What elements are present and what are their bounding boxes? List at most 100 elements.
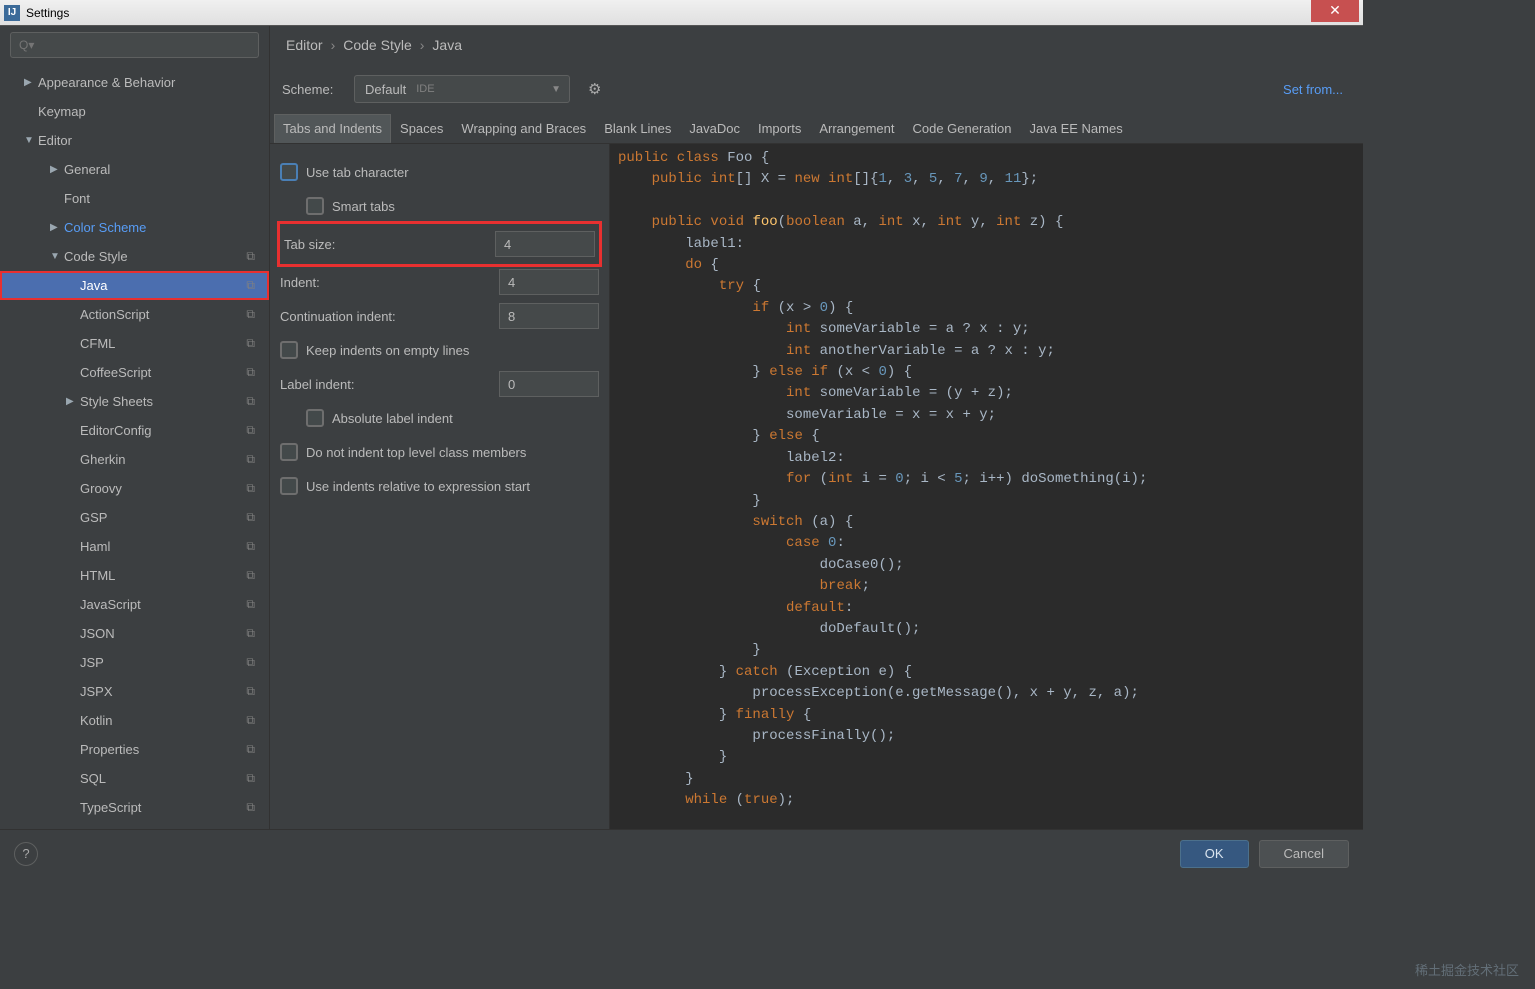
copy-icon: ⧉ xyxy=(246,452,255,467)
tree-item-json[interactable]: JSON ⧉ xyxy=(0,619,269,648)
tree-item-label: Style Sheets xyxy=(80,394,153,409)
tab-size-input[interactable] xyxy=(495,231,595,257)
smart-tabs-checkbox[interactable] xyxy=(306,197,324,215)
tree-item-label: JSON xyxy=(80,626,115,641)
tree-item-color-scheme[interactable]: ▶Color Scheme xyxy=(0,213,269,242)
rel-expr-label: Use indents relative to expression start xyxy=(306,479,599,494)
tree-item-label: JSPX xyxy=(80,684,113,699)
tab-code-generation[interactable]: Code Generation xyxy=(903,114,1020,143)
tab-size-label: Tab size: xyxy=(284,237,495,252)
copy-icon: ⧉ xyxy=(246,510,255,525)
settings-tree[interactable]: ▶Appearance & BehaviorKeymap▼Editor▶Gene… xyxy=(0,64,269,829)
tree-item-label: Java xyxy=(80,278,107,293)
copy-icon: ⧉ xyxy=(246,597,255,612)
label-indent-input[interactable] xyxy=(499,371,599,397)
tree-item-gsp[interactable]: GSP⧉ xyxy=(0,503,269,532)
copy-icon: ⧉ xyxy=(246,336,255,351)
copy-icon: ⧉ xyxy=(246,684,255,699)
smart-tabs-label: Smart tabs xyxy=(332,199,599,214)
keep-empty-checkbox[interactable] xyxy=(280,341,298,359)
tree-item-label: CFML xyxy=(80,336,115,351)
tab-tabs-and-indents[interactable]: Tabs and Indents xyxy=(274,114,391,143)
tree-item-keymap[interactable]: Keymap xyxy=(0,97,269,126)
tree-arrow-icon: ▼ xyxy=(50,251,64,262)
tree-item-font[interactable]: Font xyxy=(0,184,269,213)
crumb-editor: Editor xyxy=(286,37,323,53)
tab-spaces[interactable]: Spaces xyxy=(391,114,452,143)
tree-item-label: Color Scheme xyxy=(64,220,146,235)
tree-item-label: TypeScript xyxy=(80,800,141,815)
tree-item-groovy[interactable]: Groovy⧉ xyxy=(0,474,269,503)
tree-item-typescript[interactable]: TypeScript⧉ xyxy=(0,793,269,822)
tabs: Tabs and IndentsSpacesWrapping and Brace… xyxy=(270,114,1363,144)
no-top-label: Do not indent top level class members xyxy=(306,445,599,460)
tab-blank-lines[interactable]: Blank Lines xyxy=(595,114,680,143)
use-tab-checkbox[interactable] xyxy=(280,163,298,181)
tree-item-label: JavaScript xyxy=(80,597,141,612)
tree-item-label: Keymap xyxy=(38,104,86,119)
use-tab-label: Use tab character xyxy=(306,165,599,180)
copy-icon: ⧉ xyxy=(246,394,255,409)
tree-item-label: Haml xyxy=(80,539,110,554)
copy-icon: ⧉ xyxy=(246,568,255,583)
ok-button[interactable]: OK xyxy=(1180,840,1249,868)
tree-item-cfml[interactable]: CFML ⧉ xyxy=(0,329,269,358)
copy-icon: ⧉ xyxy=(246,771,255,786)
help-button[interactable]: ? xyxy=(14,842,38,866)
tab-java-ee-names[interactable]: Java EE Names xyxy=(1021,114,1132,143)
watermark: 稀土掘金技术社区 xyxy=(1415,960,1519,979)
abs-label-checkbox[interactable] xyxy=(306,409,324,427)
label-indent-label: Label indent: xyxy=(280,377,499,392)
tree-item-actionscript[interactable]: ActionScript⧉ xyxy=(0,300,269,329)
no-top-checkbox[interactable] xyxy=(280,443,298,461)
tree-item-haml[interactable]: Haml ⧉ xyxy=(0,532,269,561)
search-input[interactable] xyxy=(10,32,259,58)
tree-item-sql[interactable]: SQL⧉ xyxy=(0,764,269,793)
app-icon: IJ xyxy=(4,5,20,21)
close-button[interactable]: ✕ xyxy=(1311,0,1359,22)
tab-arrangement[interactable]: Arrangement xyxy=(810,114,903,143)
cont-indent-input[interactable] xyxy=(499,303,599,329)
tree-item-label: CoffeeScript xyxy=(80,365,151,380)
copy-icon: ⧉ xyxy=(246,539,255,554)
copy-icon: ⧉ xyxy=(246,626,255,641)
tree-item-style-sheets[interactable]: ▶Style Sheets ⧉ xyxy=(0,387,269,416)
indent-label: Indent: xyxy=(280,275,499,290)
tree-arrow-icon: ▶ xyxy=(66,396,80,407)
tree-item-jspx[interactable]: JSPX ⧉ xyxy=(0,677,269,706)
cancel-button[interactable]: Cancel xyxy=(1259,840,1349,868)
copy-icon: ⧉ xyxy=(246,481,255,496)
form-pane: Use tab character Smart tabs Tab size: I… xyxy=(270,144,610,829)
tree-item-java[interactable]: Java⧉ xyxy=(0,271,269,300)
copy-icon: ⧉ xyxy=(246,423,255,438)
tab-wrapping-and-braces[interactable]: Wrapping and Braces xyxy=(452,114,595,143)
tree-item-gherkin[interactable]: Gherkin ⧉ xyxy=(0,445,269,474)
tree-item-editorconfig[interactable]: EditorConfig⧉ xyxy=(0,416,269,445)
tree-item-editor[interactable]: ▼Editor xyxy=(0,126,269,155)
set-from-link[interactable]: Set from... xyxy=(1283,82,1343,97)
tree-item-kotlin[interactable]: Kotlin⧉ xyxy=(0,706,269,735)
tree-item-html[interactable]: HTML⧉ xyxy=(0,561,269,590)
indent-input[interactable] xyxy=(499,269,599,295)
tree-item-properties[interactable]: Properties⧉ xyxy=(0,735,269,764)
tree-item-appearance-behavior[interactable]: ▶Appearance & Behavior xyxy=(0,68,269,97)
gear-icon[interactable]: ⚙ xyxy=(588,80,601,98)
scheme-select[interactable]: Default IDE ▼ xyxy=(354,75,570,103)
tree-item-label: Gherkin xyxy=(80,452,126,467)
tree-item-label: JSP xyxy=(80,655,104,670)
keep-empty-label: Keep indents on empty lines xyxy=(306,343,599,358)
tab-imports[interactable]: Imports xyxy=(749,114,810,143)
abs-label-label: Absolute label indent xyxy=(332,411,599,426)
tree-item-javascript[interactable]: JavaScript ⧉ xyxy=(0,590,269,619)
tree-arrow-icon: ▶ xyxy=(50,222,64,233)
title-bar: IJ Settings ✕ xyxy=(0,0,1363,26)
tree-item-code-style[interactable]: ▼Code Style⧉ xyxy=(0,242,269,271)
tree-item-label: Appearance & Behavior xyxy=(38,75,175,90)
tab-javadoc[interactable]: JavaDoc xyxy=(680,114,749,143)
rel-expr-checkbox[interactable] xyxy=(280,477,298,495)
tree-item-jsp[interactable]: JSP⧉ xyxy=(0,648,269,677)
tree-item-coffeescript[interactable]: CoffeeScript⧉ xyxy=(0,358,269,387)
chevron-down-icon: ▼ xyxy=(551,84,561,95)
tree-item-label: Properties xyxy=(80,742,139,757)
tree-item-general[interactable]: ▶General xyxy=(0,155,269,184)
